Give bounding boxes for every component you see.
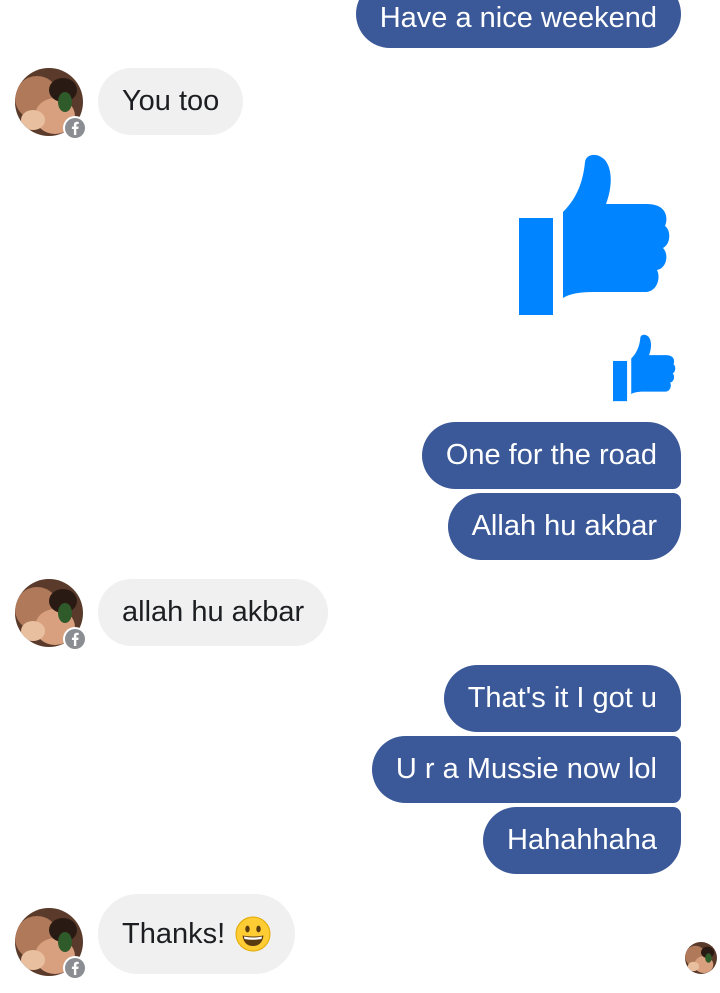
message-bubble-outgoing[interactable]: Hahahhaha [483,807,681,874]
message-text: U r a Mussie now lol [395,753,657,785]
message-text: That's it I got u [467,682,657,714]
message-bubble-incoming[interactable]: You too [98,68,244,135]
message-text: allah hu akbar [122,596,305,628]
facebook-badge-icon [63,627,87,651]
message-bubble-outgoing[interactable]: Have a nice weekend [355,0,681,48]
thumbs-up-icon[interactable] [613,334,676,402]
message-bubble-outgoing[interactable]: One for the road [421,422,681,489]
facebook-badge-icon [63,956,87,980]
thumbs-up-icon[interactable] [519,154,671,316]
message-text: You too [122,85,220,117]
contact-avatar[interactable] [15,908,87,980]
message-bubble-outgoing[interactable]: Allah hu akbar [447,493,681,560]
contact-avatar[interactable] [15,68,87,140]
message-text: One for the road [445,439,657,471]
seen-by-avatar [685,942,717,974]
message-bubble-outgoing[interactable]: U r a Mussie now lol [371,736,681,803]
contact-avatar[interactable] [15,579,87,651]
message-bubble-incoming[interactable]: allah hu akbar [98,579,329,646]
message-bubble-incoming[interactable]: Thanks! [98,894,296,974]
message-bubble-outgoing[interactable]: That's it I got u [443,665,681,732]
facebook-badge-icon [63,116,87,140]
grinning-face-emoji [235,916,271,952]
avatar-photo [685,942,717,974]
message-text: Have a nice weekend [379,1,657,34]
message-text: Thanks! [122,917,226,950]
message-text: Allah hu akbar [471,510,657,542]
message-text: Hahahhaha [507,824,657,856]
